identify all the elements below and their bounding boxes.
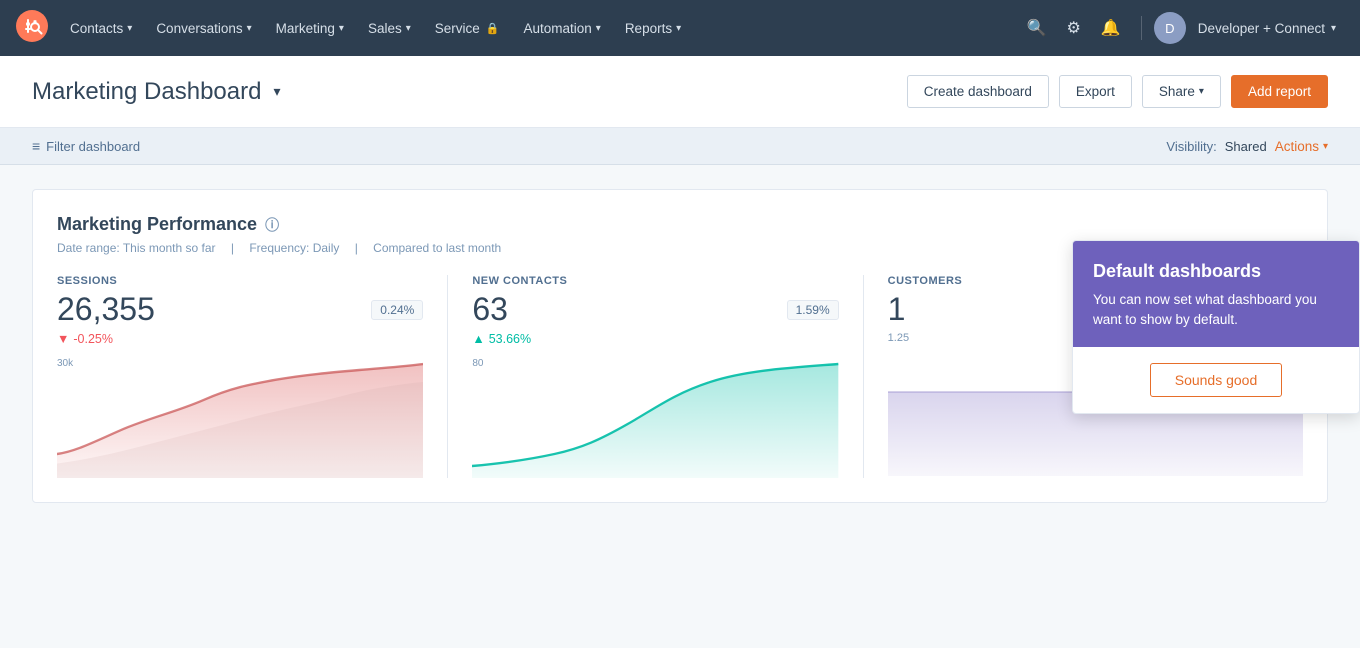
settings-button[interactable]: ⚙ — [1059, 12, 1089, 44]
share-chevron-icon: ▾ — [1199, 86, 1204, 97]
filter-icon: ≡ — [32, 138, 40, 154]
info-icon[interactable]: ⓘ — [265, 215, 279, 235]
sessions-change: ▼ -0.25% — [57, 332, 423, 346]
actions-button[interactable]: Actions ▾ — [1275, 139, 1328, 154]
new-contacts-metric: NEW CONTACTS 63 1.59% ▲ 53.66% 80 — [472, 275, 863, 478]
new-contacts-change: ▲ 53.66% — [472, 332, 838, 346]
nav-item-marketing[interactable]: Marketing ▾ — [266, 15, 354, 42]
tooltip-header: Default dashboards You can now set what … — [1073, 241, 1359, 347]
sessions-value: 26,355 — [57, 291, 155, 328]
filter-right: Visibility: Shared Actions ▾ — [1166, 139, 1328, 154]
visibility-label: Visibility: — [1166, 139, 1216, 154]
nav-separator — [1141, 16, 1142, 40]
card-title: Marketing Performance ⓘ — [57, 214, 1303, 235]
default-dashboards-tooltip: Default dashboards You can now set what … — [1072, 240, 1360, 414]
add-report-button[interactable]: Add report — [1231, 75, 1328, 108]
sessions-badge: 0.24% — [371, 300, 423, 320]
account-menu[interactable]: Developer + Connect ▾ — [1190, 17, 1344, 40]
reports-chevron-icon: ▾ — [676, 23, 681, 34]
sessions-down-arrow: ▼ — [57, 332, 69, 346]
conversations-chevron-icon: ▾ — [247, 23, 252, 34]
new-contacts-badge: 1.59% — [787, 300, 839, 320]
nav-item-contacts[interactable]: Contacts ▾ — [60, 15, 142, 42]
sessions-chart: 30k — [57, 358, 423, 478]
nav-item-service[interactable]: Service 🔒 — [425, 15, 510, 42]
actions-chevron-icon: ▾ — [1323, 141, 1328, 152]
visibility-value: Shared — [1225, 139, 1267, 154]
sessions-value-row: 26,355 0.24% — [57, 291, 423, 328]
sales-chevron-icon: ▾ — [406, 23, 411, 34]
tooltip-arrow — [1311, 240, 1331, 241]
new-contacts-up-arrow: ▲ — [472, 332, 484, 346]
service-lock-icon: 🔒 — [486, 22, 500, 35]
page-title: Marketing Dashboard — [32, 78, 261, 106]
hubspot-logo[interactable] — [16, 10, 48, 47]
new-contacts-y-label: 80 — [472, 358, 483, 369]
navbar-right: 🔍 ⚙ 🔔 D Developer + Connect ▾ — [1019, 12, 1344, 44]
navbar: Contacts ▾ Conversations ▾ Marketing ▾ S… — [0, 0, 1360, 56]
sessions-label: SESSIONS — [57, 275, 423, 287]
page-title-container: Marketing Dashboard ▾ — [32, 78, 280, 106]
search-button[interactable]: 🔍 — [1019, 12, 1055, 44]
sessions-metric: SESSIONS 26,355 0.24% ▼ -0.25% 30k — [57, 275, 448, 478]
new-contacts-chart: 80 — [472, 358, 838, 478]
filter-bar: ≡ Filter dashboard Visibility: Shared Ac… — [0, 128, 1360, 165]
new-contacts-value-row: 63 1.59% — [472, 291, 838, 328]
nav-item-sales[interactable]: Sales ▾ — [358, 15, 421, 42]
main-content: Marketing Performance ⓘ Date range: This… — [0, 165, 1360, 527]
nav-item-automation[interactable]: Automation ▾ — [513, 15, 610, 42]
nav-item-reports[interactable]: Reports ▾ — [615, 15, 691, 42]
tooltip-body: You can now set what dashboard you want … — [1093, 290, 1339, 331]
sounds-good-button[interactable]: Sounds good — [1150, 363, 1283, 397]
nav-item-conversations[interactable]: Conversations ▾ — [146, 15, 261, 42]
account-chevron-icon: ▾ — [1331, 23, 1336, 34]
notifications-button[interactable]: 🔔 — [1093, 12, 1129, 44]
new-contacts-label: NEW CONTACTS — [472, 275, 838, 287]
new-contacts-value: 63 — [472, 291, 508, 328]
marketing-chevron-icon: ▾ — [339, 23, 344, 34]
contacts-chevron-icon: ▾ — [127, 23, 132, 34]
sessions-y-label: 30k — [57, 358, 73, 369]
page-header: Marketing Dashboard ▾ Create dashboard E… — [0, 56, 1360, 128]
create-dashboard-button[interactable]: Create dashboard — [907, 75, 1049, 108]
tooltip-title: Default dashboards — [1093, 261, 1339, 282]
filter-dashboard-button[interactable]: ≡ Filter dashboard — [32, 138, 140, 154]
avatar: D — [1154, 12, 1186, 44]
title-dropdown-icon[interactable]: ▾ — [273, 83, 280, 100]
tooltip-footer: Sounds good — [1073, 347, 1359, 413]
header-actions: Create dashboard Export Share ▾ Add repo… — [907, 75, 1328, 108]
export-button[interactable]: Export — [1059, 75, 1132, 108]
share-button[interactable]: Share ▾ — [1142, 75, 1221, 108]
customers-value: 1 — [888, 291, 906, 328]
automation-chevron-icon: ▾ — [596, 23, 601, 34]
